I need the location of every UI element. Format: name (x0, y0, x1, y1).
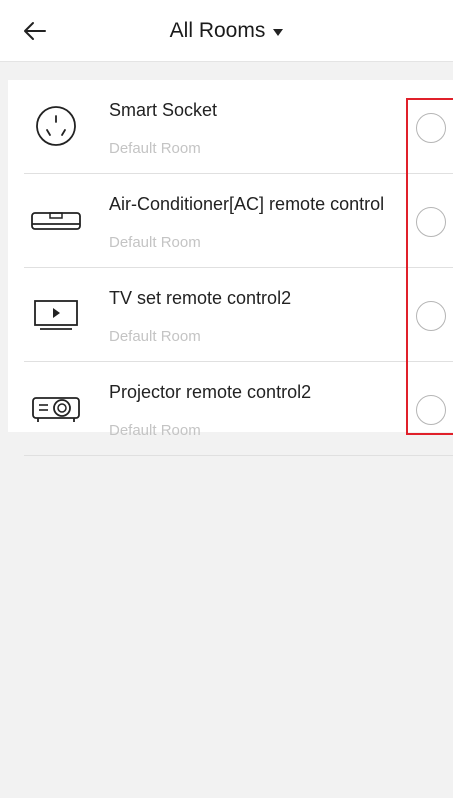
top-bar: All Rooms (0, 0, 453, 62)
device-room: Default Room (109, 422, 201, 439)
socket-icon (28, 106, 84, 147)
projector-icon (28, 389, 84, 429)
select-radio[interactable] (416, 113, 446, 143)
device-name: Smart Socket (109, 100, 218, 120)
list-item-smart-socket[interactable]: Smart Socket Default Room (8, 80, 453, 174)
list-item-tv-set[interactable]: TV set remote control2 Default Room (8, 268, 453, 362)
device-name: TV set remote control2 (109, 288, 292, 308)
device-list: Smart Socket Default Room Air-Conditione… (8, 80, 453, 456)
room-selector[interactable]: All Rooms (0, 0, 453, 62)
select-radio[interactable] (416, 301, 446, 331)
tv-icon (28, 295, 84, 335)
device-room: Default Room (109, 234, 201, 251)
device-name: Projector remote control2 (109, 382, 312, 402)
caret-down-icon[interactable] (273, 28, 284, 36)
device-room: Default Room (109, 140, 201, 157)
list-spacer (8, 62, 453, 80)
device-room: Default Room (109, 328, 201, 345)
list-item-projector[interactable]: Projector remote control2 Default Room (8, 362, 453, 456)
select-radio[interactable] (416, 395, 446, 425)
list-item-air-conditioner[interactable]: Air-Conditioner[AC] remote control Defau… (8, 174, 453, 268)
select-radio[interactable] (416, 207, 446, 237)
device-name: Air-Conditioner[AC] remote control (109, 194, 385, 214)
air-conditioner-icon (28, 201, 84, 241)
divider (24, 455, 453, 456)
page-title[interactable]: All Rooms (170, 19, 266, 43)
